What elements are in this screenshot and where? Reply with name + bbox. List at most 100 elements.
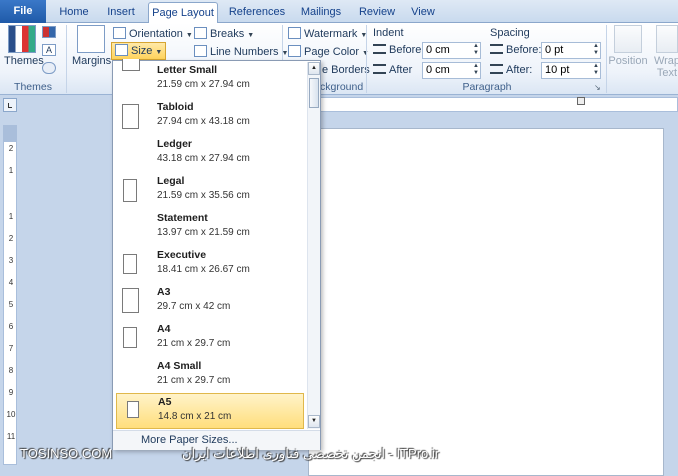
document-page[interactable]: [308, 128, 664, 476]
ruler-margin: [4, 126, 16, 142]
size-button[interactable]: Size ▼: [111, 42, 167, 60]
tab-references[interactable]: References: [226, 2, 288, 23]
paper-size-legal[interactable]: Legal 21.59 cm x 35.56 cm: [116, 174, 304, 209]
more-paper-sizes-label: More Paper Sizes...: [141, 434, 238, 446]
paper-size-letter-small[interactable]: Letter Small 21.59 cm x 27.94 cm: [116, 59, 304, 98]
tab-view[interactable]: View: [406, 2, 440, 23]
vertical-ruler: 2 1 1 2 3 4 5 6 7 8 9 10 11: [3, 125, 17, 465]
spacing-after-field[interactable]: 10 pt ▲ ▼: [541, 62, 601, 79]
tab-insert[interactable]: Insert: [100, 2, 142, 23]
paper-size-name: A4: [157, 323, 171, 335]
paper-size-dims: 21 cm x 29.7 cm: [157, 338, 231, 349]
orientation-icon: [113, 27, 126, 39]
page-color-button[interactable]: Page Color▼: [288, 44, 369, 61]
margins-button[interactable]: Margins: [72, 25, 111, 67]
spacing-before-icon: [490, 44, 503, 54]
paper-size-tabloid[interactable]: Tabloid 27.94 cm x 43.18 cm: [116, 100, 304, 135]
tab-home[interactable]: Home: [54, 2, 94, 23]
spacing-after-text: After:: [506, 64, 533, 76]
spinner-icon[interactable]: ▲ ▼: [473, 43, 479, 57]
paper-size-name: Executive: [157, 249, 207, 261]
tab-mailings[interactable]: Mailings: [296, 2, 346, 23]
breaks-button[interactable]: Breaks ▼: [194, 26, 254, 43]
paper-size-statement[interactable]: Statement 13.97 cm x 21.59 cm: [116, 211, 304, 246]
paper-size-a3[interactable]: A3 29.7 cm x 42 cm: [116, 285, 304, 320]
tab-review[interactable]: Review: [356, 2, 398, 23]
ruler-number: 10: [6, 410, 16, 419]
paper-size-a4[interactable]: A4 21 cm x 29.7 cm: [116, 322, 304, 357]
ruler-number: 11: [6, 432, 16, 441]
page-borders-button[interactable]: e Borders: [322, 62, 370, 79]
ribbon: Themes A Themes Margins Orientation ▼ Siz…: [0, 23, 678, 95]
spinner-icon[interactable]: ▲ ▼: [473, 63, 479, 77]
wrap-text-button[interactable]: Wrap Text: [652, 25, 678, 79]
paper-size-executive[interactable]: Executive 18.41 cm x 26.67 cm: [116, 248, 304, 283]
indent-before-field[interactable]: 0 cm ▲ ▼: [422, 42, 481, 59]
watermark-label: Watermark: [304, 28, 358, 40]
scroll-down-icon[interactable]: ▼: [308, 415, 320, 428]
indent-after-field[interactable]: 0 cm ▲ ▼: [422, 62, 481, 79]
theme-colors-icon[interactable]: [42, 26, 56, 38]
paper-size-name: Ledger: [157, 138, 193, 150]
spacing-after-label: After:: [490, 64, 532, 76]
tab-file[interactable]: File: [0, 0, 46, 23]
spacing-before-label: Before:: [490, 44, 541, 56]
line-numbers-button[interactable]: Line Numbers ▼: [194, 44, 288, 61]
paper-portrait-icon: [123, 179, 137, 202]
chevron-down-icon: ▼: [247, 32, 255, 39]
paper-size-ledger[interactable]: Ledger 43.18 cm x 27.94 cm: [116, 137, 304, 172]
theme-effects-icon[interactable]: [42, 62, 56, 74]
theme-fonts-icon[interactable]: A: [42, 44, 56, 56]
indent-marker-icon[interactable]: [577, 97, 585, 105]
page-background-group-label: ckground: [320, 81, 364, 93]
ruler-strip: [312, 97, 678, 112]
watermark-icon: [288, 27, 301, 39]
ruler-number: 6: [8, 322, 14, 331]
chevron-down-icon: ▼: [185, 32, 193, 39]
spacing-after-icon: [490, 64, 503, 74]
position-button[interactable]: Position: [608, 25, 648, 67]
spacing-heading: Spacing: [490, 27, 530, 39]
paper-size-dims: 21 cm x 29.7 cm: [157, 375, 231, 386]
ruler-number: 3: [8, 256, 14, 265]
indent-before-text: Before: [389, 44, 422, 56]
indent-before-label: Before: [373, 44, 421, 56]
dropdown-scrollbar[interactable]: ▲ ▼: [307, 62, 320, 429]
group-separator: [366, 25, 367, 93]
ruler-number: 2: [8, 234, 14, 243]
watermark-button[interactable]: Watermark ▼: [288, 26, 367, 43]
paper-size-a4-small[interactable]: A4 Small 21 cm x 29.7 cm: [116, 359, 304, 394]
size-icon: [115, 44, 128, 56]
paper-size-name: Letter Small: [157, 64, 218, 76]
position-label: Position: [608, 55, 648, 67]
paper-size-name: Tabloid: [157, 101, 194, 113]
tab-page-layout[interactable]: Page Layout: [148, 2, 218, 24]
indent-heading: Indent: [373, 27, 404, 39]
indent-after-text: After: [389, 64, 413, 76]
scroll-thumb[interactable]: [309, 78, 319, 108]
spinner-icon[interactable]: ▲ ▼: [593, 63, 599, 77]
paper-size-a5[interactable]: A5 14.8 cm x 21 cm: [116, 393, 304, 429]
paper-size-name: Legal: [157, 175, 185, 187]
spacing-before-field[interactable]: 0 pt ▲ ▼: [541, 42, 601, 59]
ruler-number: 1: [8, 166, 14, 175]
indent-right-icon: [373, 64, 386, 74]
watermark-left-text: TOSINSO.COM: [20, 446, 113, 461]
breaks-icon: [194, 27, 207, 39]
orientation-button[interactable]: Orientation ▼: [113, 26, 193, 43]
paragraph-group-label: Paragraph: [462, 81, 512, 93]
dialog-launcher-icon[interactable]: ↘: [594, 83, 601, 92]
scroll-up-icon[interactable]: ▲: [308, 62, 320, 75]
chevron-down-icon: ▼: [155, 49, 163, 56]
breaks-label: Breaks: [210, 28, 245, 40]
themes-button[interactable]: Themes: [4, 25, 44, 67]
indent-before-value: 0 cm: [426, 44, 450, 56]
group-separator: [66, 25, 67, 93]
size-label: Size: [131, 45, 153, 57]
indent-after-value: 0 cm: [426, 64, 450, 76]
left-tab-icon: [8, 103, 12, 108]
tab-selector-icon[interactable]: [3, 98, 17, 112]
themes-icon: [8, 25, 36, 53]
spinner-icon[interactable]: ▲ ▼: [593, 43, 599, 57]
paper-size-name: A4 Small: [157, 360, 202, 372]
